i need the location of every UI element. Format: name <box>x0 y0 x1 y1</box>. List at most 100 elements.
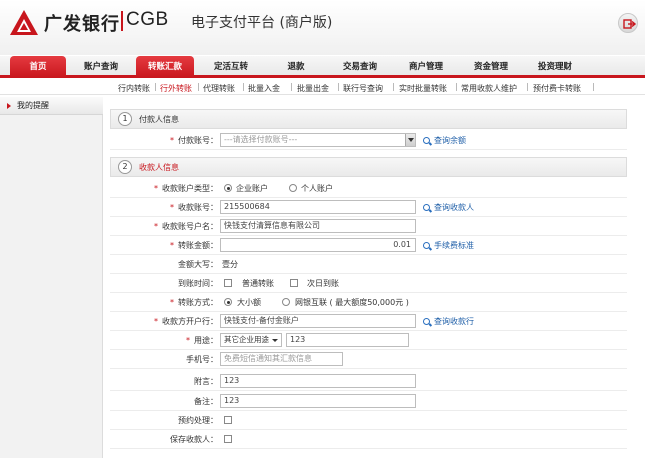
postscript-input[interactable]: 123 <box>220 374 416 388</box>
sub-nav: 行内转账 | 行外转账 | 代理转账 | 批量入金 | 批量出金 | 联行号查询… <box>0 81 645 95</box>
step-number: 1 <box>118 112 132 126</box>
payee-name-input[interactable]: 快钱支付清算信息有限公司 <box>220 219 416 233</box>
payer-account-select[interactable]: ---请选择付款账号--- <box>220 133 416 147</box>
payee-section-header: 2 收款人信息 <box>110 157 627 177</box>
large-small-label: 大小额 <box>237 298 261 307</box>
nav-transaction-query[interactable]: 交易查询 <box>329 56 391 78</box>
step-number: 2 <box>118 160 132 174</box>
cgb-logo-icon <box>10 10 38 35</box>
amount-label: 转账金额： <box>178 241 218 250</box>
subnav-bank-code-query[interactable]: 联行号查询 <box>343 83 383 94</box>
payee-name-label: 收款账号户名： <box>162 222 218 231</box>
section-title: 付款人信息 <box>139 115 179 124</box>
subnav-batch-out[interactable]: 批量出金 <box>297 83 329 94</box>
nav-account-query[interactable]: 账户查询 <box>70 56 132 78</box>
platform-title: 电子支付平台 (商户版) <box>191 15 333 31</box>
payee-account-row: * 收款账号： 215500684 查询收款人 <box>110 198 627 217</box>
logout-icon <box>623 19 637 29</box>
subnav-payee-maintenance[interactable]: 常用收款人维护 <box>461 83 517 94</box>
phone-label: 手机号： <box>186 355 218 364</box>
schedule-checkbox[interactable] <box>224 416 232 424</box>
normal-transfer-checkbox[interactable] <box>224 279 232 287</box>
amount-row: * 转账金额： 0.01 手续费标准 <box>110 236 627 255</box>
subnav-prepaid-card[interactable]: 预付费卡转账 <box>533 83 581 94</box>
payee-bank-input[interactable]: 快钱支付-备付金账户 <box>220 314 416 328</box>
enterprise-radio-label: 企业账户 <box>236 184 268 193</box>
schedule-label: 预约处理： <box>178 416 218 425</box>
subnav-inter-bank[interactable]: 行外转账 <box>160 83 192 94</box>
nav-fixed-current[interactable]: 定活互转 <box>200 56 262 78</box>
nav-merchant-mgmt[interactable]: 商户管理 <box>395 56 457 78</box>
remark-label: 备注： <box>194 397 218 406</box>
transfer-method-row: * 转账方式： 大小额 网银互联 ( 最大额度50,000元 ) <box>110 293 627 312</box>
usage-input[interactable]: 123 <box>286 333 409 347</box>
logout-button[interactable] <box>618 13 638 33</box>
nav-transfer[interactable]: 转账汇款 <box>136 56 194 81</box>
main-nav: 首页 账户查询 转账汇款 定活互转 退款 交易查询 商户管理 资金管理 投资理财 <box>0 56 645 81</box>
payee-account-label: 收款账号： <box>178 203 218 212</box>
uppercase-amount-value: 壹分 <box>222 260 238 269</box>
next-day-checkbox[interactable] <box>290 279 298 287</box>
search-icon <box>423 137 430 144</box>
phone-input[interactable]: 免费短信通知其汇款信息 <box>220 352 343 366</box>
save-payee-label: 保存收款人： <box>170 435 218 444</box>
remark-input[interactable]: 123 <box>220 394 416 408</box>
subnav-realtime-batch[interactable]: 实时批量转账 <box>399 83 447 94</box>
next-day-label: 次日到账 <box>307 279 339 288</box>
usage-row: * 用途： 其它企业用途 123 <box>110 331 627 350</box>
amount-input[interactable]: 0.01 <box>220 238 416 252</box>
chevron-down-icon <box>405 134 415 146</box>
payer-section-header: 1 付款人信息 <box>110 109 627 129</box>
postscript-row: 附言： 123 <box>110 372 627 391</box>
normal-transfer-label: 普通转账 <box>242 279 274 288</box>
payee-bank-label: 收款方开户行： <box>162 317 218 326</box>
logo-divider <box>121 11 123 31</box>
chevron-down-icon <box>272 339 278 342</box>
triangle-right-icon <box>7 103 11 109</box>
uppercase-amount-row: 金额大写： 壹分 <box>110 255 627 274</box>
payee-type-label: 收款账户类型： <box>162 184 218 193</box>
payee-bank-row: * 收款方开户行： 快钱支付-备付金账户 查询收款行 <box>110 312 627 331</box>
search-icon <box>423 242 430 249</box>
sidebar-item-reminders[interactable]: 我的提醒 <box>0 97 103 115</box>
subnav-intra-bank[interactable]: 行内转账 <box>118 83 150 94</box>
nav-fund-mgmt[interactable]: 资金管理 <box>460 56 522 78</box>
netbank-radio[interactable] <box>282 298 290 306</box>
enterprise-radio[interactable] <box>224 184 232 192</box>
arrival-time-row: 到账时间： 普通转账 次日到账 <box>110 274 627 293</box>
payer-account-row: * 付款账号： ---请选择付款账号--- 查询余额 <box>110 131 627 150</box>
payer-account-label: 付款账号： <box>178 136 218 145</box>
transfer-method-label: 转账方式： <box>178 298 218 307</box>
usage-label: 用途： <box>194 336 218 345</box>
remark-row: 备注： 123 <box>110 392 627 411</box>
subnav-agent-transfer[interactable]: 代理转账 <box>203 83 235 94</box>
payee-name-row: * 收款账号户名： 快钱支付清算信息有限公司 <box>110 217 627 236</box>
nav-investment[interactable]: 投资理财 <box>524 56 586 78</box>
bank-name: 广发银行 <box>44 14 120 35</box>
phone-row: 手机号： 免费短信通知其汇款信息 <box>110 350 627 369</box>
header: 广发银行 CGB 电子支付平台 (商户版) <box>0 0 645 55</box>
search-icon <box>423 318 430 325</box>
postscript-label: 附言： <box>194 377 218 386</box>
query-balance-link[interactable]: 查询余额 <box>423 135 466 146</box>
payee-type-row: * 收款账户类型： 企业账户 个人账户 <box>110 179 627 198</box>
bank-code: CGB <box>126 9 169 30</box>
save-payee-checkbox[interactable] <box>224 435 232 443</box>
nav-home[interactable]: 首页 <box>10 56 66 81</box>
fee-standard-link[interactable]: 手续费标准 <box>423 240 474 251</box>
uppercase-amount-label: 金额大写： <box>178 260 218 269</box>
subnav-batch-in[interactable]: 批量入金 <box>248 83 280 94</box>
nav-refund[interactable]: 退款 <box>266 56 326 78</box>
sidebar: 我的提醒 <box>0 97 103 458</box>
payee-account-input[interactable]: 215500684 <box>220 200 416 214</box>
query-bank-link[interactable]: 查询收款行 <box>423 316 474 327</box>
query-payee-link[interactable]: 查询收款人 <box>423 202 474 213</box>
usage-select[interactable]: 其它企业用途 <box>220 333 282 347</box>
personal-radio-label: 个人账户 <box>301 184 333 193</box>
large-small-radio[interactable] <box>224 298 232 306</box>
schedule-row: 预约处理： <box>110 411 627 430</box>
sidebar-item-label: 我的提醒 <box>17 101 49 110</box>
save-payee-row: 保存收款人： <box>110 430 627 449</box>
personal-radio[interactable] <box>289 184 297 192</box>
section-title: 收款人信息 <box>139 163 179 172</box>
